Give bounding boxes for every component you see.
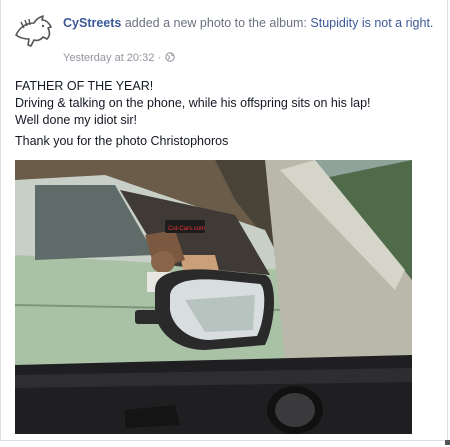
sticker-text: Cut-Cars.com: [168, 226, 205, 232]
corner-mark: [445, 440, 450, 445]
meta-separator: ·: [157, 52, 162, 64]
globe-icon[interactable]: [165, 52, 175, 62]
author-link[interactable]: CyStreets: [63, 16, 121, 30]
message-line: FATHER OF THE YEAR!: [15, 79, 154, 93]
message-line: Driving & talking on the phone, while hi…: [15, 96, 371, 110]
thanks-line: Thank you for the photo Christophoros: [15, 134, 229, 148]
post-photo[interactable]: Cut-Cars.com: [15, 160, 412, 434]
timestamp-link[interactable]: Yesterday at 20:32: [63, 52, 154, 64]
page-avatar[interactable]: [12, 11, 56, 55]
feed-story: CyStreets added a new photo to the album…: [0, 0, 448, 441]
message-line: Well done my idiot sir!: [15, 113, 138, 127]
album-link[interactable]: Stupidity is not a right.: [310, 16, 433, 30]
photo-image: Cut-Cars.com: [15, 160, 412, 434]
action-text: added a new photo to the album:: [121, 16, 311, 30]
horse-logo-icon: [12, 11, 56, 55]
story-header: CyStreets added a new photo to the album…: [63, 15, 435, 31]
post-message: FATHER OF THE YEAR! Driving & talking on…: [15, 78, 435, 129]
story-meta: Yesterday at 20:32 ·: [63, 52, 175, 64]
